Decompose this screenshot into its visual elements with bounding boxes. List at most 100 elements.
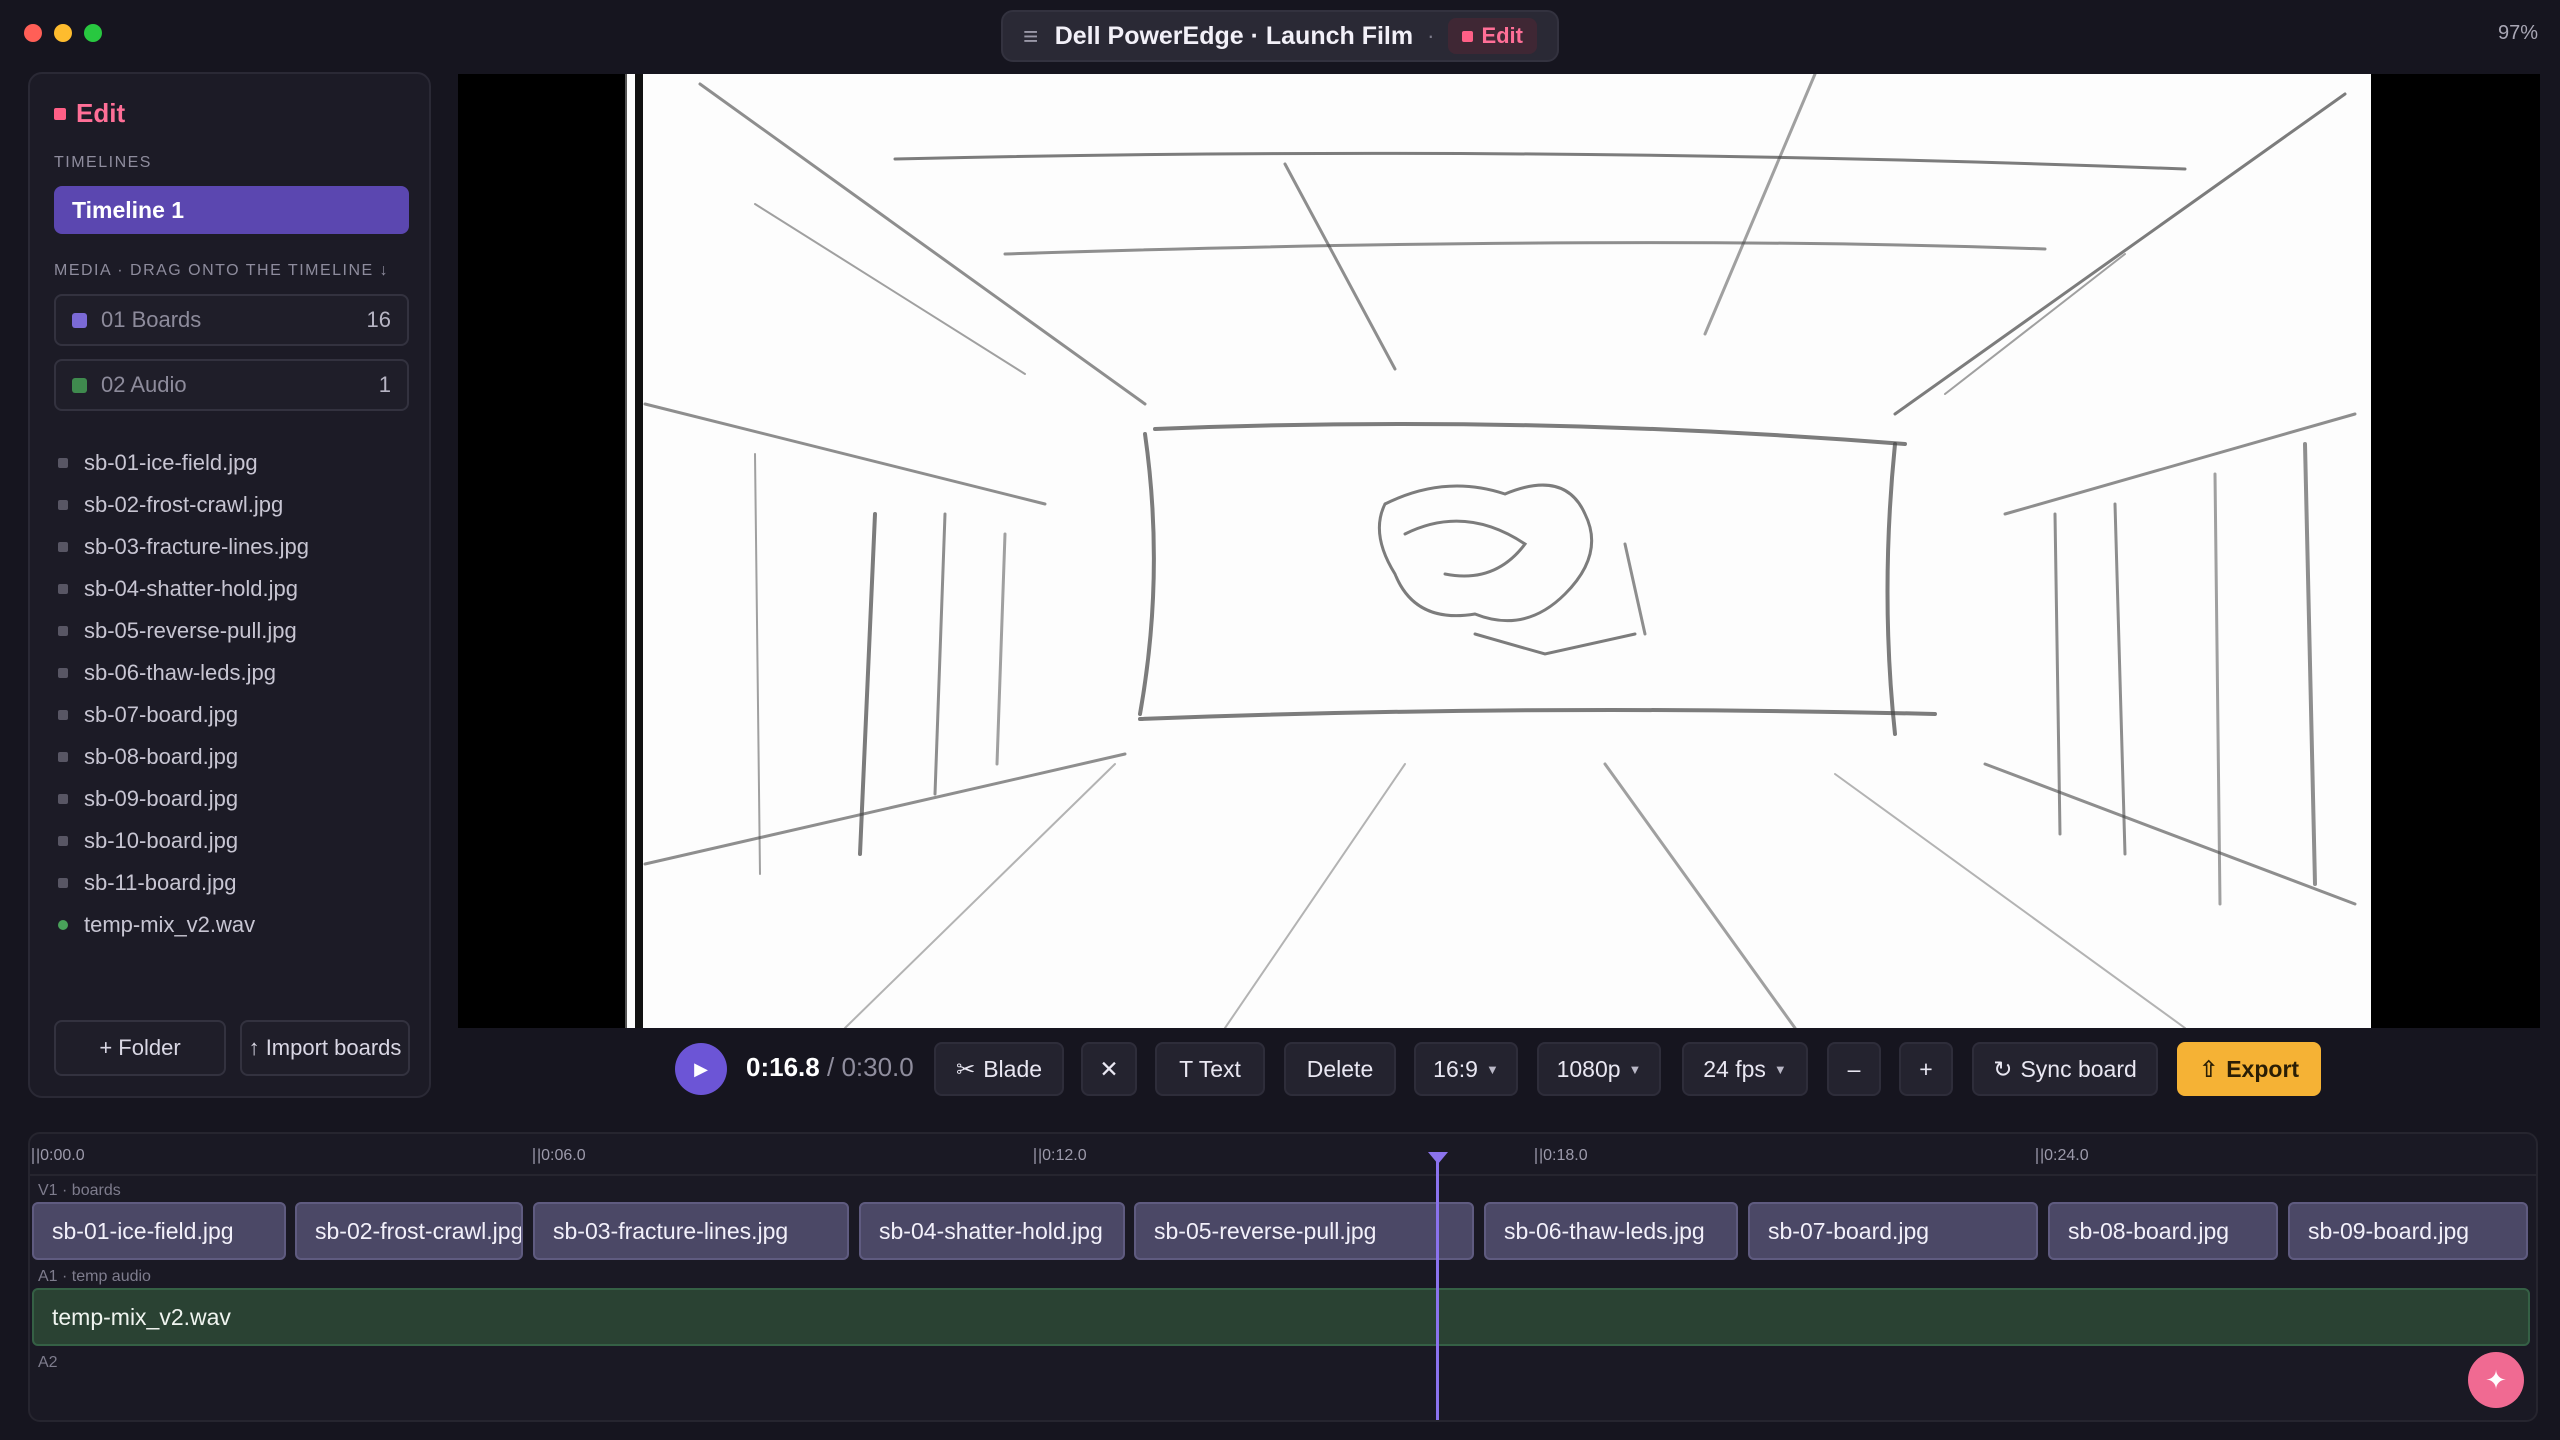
media-file[interactable]: sb-04-shatter-hold.jpg (54, 568, 409, 610)
preview-viewer (458, 74, 2540, 1028)
aspect-select[interactable]: 16:9 ▼ (1414, 1042, 1518, 1096)
mode-label: Edit (1481, 23, 1523, 48)
chevron-down-icon: ▼ (1773, 1061, 1787, 1077)
edit-mode-icon (1462, 30, 1474, 42)
scissors-icon: ✂ (955, 1055, 976, 1082)
timeline-clip[interactable]: sb-01-ice-field.jpg (32, 1202, 286, 1260)
fps-select[interactable]: 24 fps ▼ (1682, 1042, 1808, 1096)
resolution-select[interactable]: 1080p ▼ (1537, 1042, 1661, 1096)
image-file-icon (58, 458, 68, 468)
aspect-value: 16:9 (1433, 1055, 1478, 1082)
ruler-tick: |0:12.0 (1034, 1148, 1087, 1164)
current-time: 0:16.8 (746, 1052, 820, 1082)
media-panel: Edit TIMELINES Timeline 1 MEDIA · DRAG O… (28, 72, 431, 1098)
fps-value: 24 fps (1703, 1055, 1766, 1082)
menu-icon[interactable]: ≡ (1023, 21, 1041, 52)
ruler-tick: |0:24.0 (2036, 1148, 2089, 1164)
play-button[interactable]: ▶ (675, 1043, 727, 1095)
file-name: sb-06-thaw-leds.jpg (84, 660, 276, 685)
delete-button[interactable]: Delete (1284, 1042, 1396, 1096)
media-file[interactable]: sb-05-reverse-pull.jpg (54, 610, 409, 652)
image-file-icon (58, 794, 68, 804)
timeline-clip[interactable]: sb-05-reverse-pull.jpg (1134, 1202, 1474, 1260)
folder-count: 1 (378, 372, 391, 397)
mode-badge[interactable]: Edit (1448, 18, 1537, 54)
panel-header: Edit (54, 98, 125, 129)
folder-count: 16 (366, 307, 391, 332)
timeline-clip[interactable]: sb-09-board.jpg (2288, 1202, 2528, 1260)
timeline-clip[interactable]: sb-03-fracture-lines.jpg (533, 1202, 849, 1260)
media-file[interactable]: sb-06-thaw-leds.jpg (54, 652, 409, 694)
storyboard-sketch (625, 74, 2357, 1028)
media-file[interactable]: temp-mix_v2.wav (54, 904, 409, 946)
image-file-icon (58, 668, 68, 678)
time-ruler[interactable]: |0:00.0 |0:06.0 |0:12.0 |0:18.0 |0:24.0 (30, 1134, 2536, 1176)
media-heading: MEDIA · DRAG ONTO THE TIMELINE ↓ (54, 262, 390, 279)
import-boards-button[interactable]: ↑ Import boards (240, 1020, 410, 1076)
total-time: 0:30.0 (841, 1052, 914, 1082)
file-name: sb-09-board.jpg (84, 786, 239, 811)
chevron-down-icon: ▼ (1628, 1061, 1642, 1077)
file-name: sb-04-shatter-hold.jpg (84, 576, 299, 601)
project-title: Dell PowerEdge · Launch Film (1054, 21, 1414, 50)
file-name: sb-10-board.jpg (84, 828, 239, 853)
image-file-icon (58, 542, 68, 552)
media-file-list: sb-01-ice-field.jpg sb-02-frost-crawl.jp… (54, 442, 409, 946)
file-name: temp-mix_v2.wav (84, 912, 256, 937)
image-file-icon (58, 710, 68, 720)
ruler-tick: |0:00.0 (32, 1148, 85, 1164)
file-name: sb-02-frost-crawl.jpg (84, 492, 284, 517)
timecode-display: 0:16.8 / 0:30.0 (746, 1052, 914, 1083)
timeline-item-1[interactable]: Timeline 1 (54, 186, 409, 234)
folder-audio[interactable]: 02 Audio 1 (54, 359, 409, 411)
file-name: sb-01-ice-field.jpg (84, 450, 258, 475)
audio-file-icon (58, 920, 68, 930)
timelines-heading: TIMELINES (54, 154, 152, 171)
export-button[interactable]: ⇧ Export (2177, 1042, 2321, 1096)
sparkle-icon: ✦ (2485, 1364, 2507, 1395)
media-file[interactable]: sb-08-board.jpg (54, 736, 409, 778)
maximize-window-button[interactable] (84, 24, 102, 42)
file-name: sb-07-board.jpg (84, 702, 239, 727)
assistant-button[interactable]: ✦ (2468, 1352, 2524, 1408)
media-file[interactable]: sb-07-board.jpg (54, 694, 409, 736)
media-file[interactable]: sb-02-frost-crawl.jpg (54, 484, 409, 526)
close-window-button[interactable] (24, 24, 42, 42)
timeline-clip[interactable]: sb-06-thaw-leds.jpg (1484, 1202, 1738, 1260)
image-file-icon (58, 836, 68, 846)
media-file[interactable]: sb-10-board.jpg (54, 820, 409, 862)
folder-icon (72, 312, 87, 328)
media-file[interactable]: sb-01-ice-field.jpg (54, 442, 409, 484)
image-file-icon (58, 878, 68, 888)
window-controls (24, 24, 102, 42)
media-file[interactable]: sb-11-board.jpg (54, 862, 409, 904)
sync-board-button[interactable]: ↻ Sync board (1972, 1042, 2158, 1096)
zoom-out-button[interactable]: – (1827, 1042, 1881, 1096)
playhead[interactable] (1436, 1154, 1439, 1420)
close-clip-button[interactable]: ✕ (1081, 1042, 1137, 1096)
file-name: sb-05-reverse-pull.jpg (84, 618, 297, 643)
media-file[interactable]: sb-09-board.jpg (54, 778, 409, 820)
add-folder-button[interactable]: + Folder (54, 1020, 226, 1076)
ruler-tick: |0:18.0 (1535, 1148, 1588, 1164)
track-label-a2: A2 (38, 1354, 58, 1371)
chevron-down-icon: ▼ (1485, 1061, 1499, 1077)
audio-clip[interactable]: temp-mix_v2.wav (32, 1288, 2530, 1346)
blade-button[interactable]: ✂ Blade (934, 1042, 1064, 1096)
panel-title: Edit (76, 98, 126, 128)
timeline-clip[interactable]: sb-04-shatter-hold.jpg (859, 1202, 1125, 1260)
media-file[interactable]: sb-03-fracture-lines.jpg (54, 526, 409, 568)
image-file-icon (58, 584, 68, 594)
timeline-clip[interactable]: sb-02-frost-crawl.jpg (295, 1202, 523, 1260)
close-icon: ✕ (1099, 1055, 1119, 1082)
folder-boards[interactable]: 01 Boards 16 (54, 294, 409, 346)
text-button[interactable]: T Text (1155, 1042, 1265, 1096)
play-icon: ▶ (694, 1058, 708, 1079)
export-icon: ⇧ (2198, 1055, 2219, 1082)
track-label-v1: V1 · boards (38, 1182, 121, 1199)
zoom-in-button[interactable]: + (1899, 1042, 1953, 1096)
minimize-window-button[interactable] (54, 24, 72, 42)
timeline-clip[interactable]: sb-07-board.jpg (1748, 1202, 2038, 1260)
blade-label: Blade (983, 1055, 1043, 1082)
timeline-clip[interactable]: sb-08-board.jpg (2048, 1202, 2278, 1260)
